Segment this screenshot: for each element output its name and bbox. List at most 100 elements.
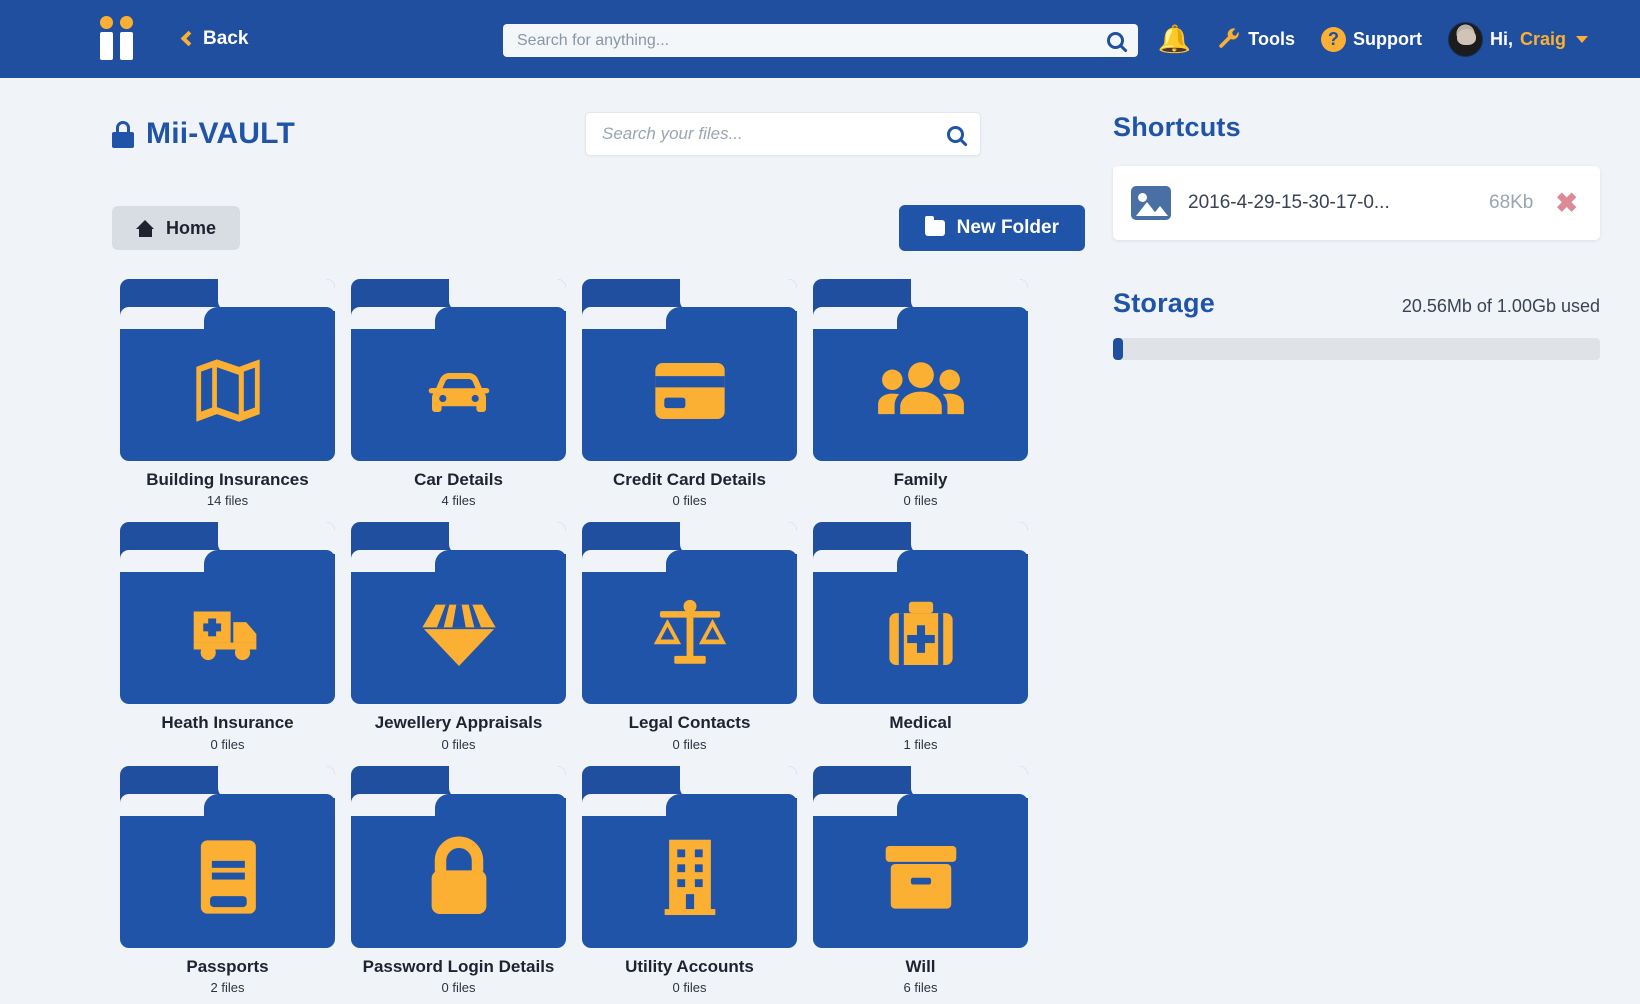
folder-item[interactable]: Medical 1 files: [805, 522, 1036, 752]
folder-item[interactable]: Building Insurances 14 files: [112, 279, 343, 508]
folder-body: [813, 307, 1028, 461]
shortcut-file-name: 2016-4-29-15-30-17-0...: [1188, 192, 1390, 213]
folder-item[interactable]: Heath Insurance 0 files: [112, 522, 343, 752]
shortcut-item[interactable]: 2016-4-29-15-30-17-0... 68Kb ✖: [1113, 166, 1600, 240]
folder-graphic[interactable]: [582, 765, 797, 948]
folder-name: Family: [893, 470, 948, 489]
tools-button[interactable]: Tools: [1217, 27, 1295, 51]
chevron-down-icon: [1576, 35, 1588, 43]
folder-item[interactable]: Car Details 4 files: [343, 279, 574, 508]
folder-item[interactable]: Jewellery Appraisals 0 files: [343, 522, 574, 752]
folder-body: [351, 793, 566, 948]
folder-file-count: 4 files: [441, 493, 476, 509]
main-content: Mii-VAULT Home New Folder Building Insur…: [0, 78, 1085, 995]
folder-name: Will: [905, 956, 936, 976]
folder-body: [120, 307, 335, 461]
storage-progress-bar: [1113, 338, 1600, 360]
folder-item[interactable]: Legal Contacts 0 files: [574, 522, 805, 752]
page-title: Mii-VAULT: [112, 117, 295, 151]
folder-file-count: 0 files: [672, 736, 707, 752]
nav-actions: 🔔 Tools ? Support Hi, Craig: [1158, 21, 1618, 57]
folder-file-count: 0 files: [903, 493, 938, 509]
shortcuts-heading: Shortcuts: [1113, 112, 1241, 142]
folder-body: [351, 307, 566, 461]
folder-graphic[interactable]: [582, 279, 797, 461]
folder-file-count: 0 files: [672, 980, 707, 996]
folder-graphic[interactable]: [351, 522, 566, 705]
support-label: Support: [1352, 28, 1422, 49]
gem-icon: [419, 597, 499, 676]
balance-scale-icon: [649, 596, 731, 677]
logo-bar-left: [100, 16, 113, 60]
file-search-input[interactable]: [602, 124, 947, 144]
global-search-box[interactable]: [503, 24, 1138, 57]
lock-icon: [112, 120, 134, 148]
shortcut-file-size: 68Kb: [1489, 192, 1534, 213]
image-icon: [1131, 186, 1171, 220]
folder-item[interactable]: Passports 2 files: [112, 765, 343, 995]
folder-item[interactable]: Will 6 files: [805, 765, 1036, 996]
new-folder-button[interactable]: New Folder: [898, 205, 1085, 251]
folder-body: [120, 550, 335, 705]
folder-graphic[interactable]: [120, 279, 335, 461]
folder-body: [813, 550, 1028, 705]
folder-name: Jewellery Appraisals: [374, 713, 543, 733]
folder-toolbar: Home New Folder: [112, 205, 1085, 251]
folder-body: [120, 793, 335, 948]
close-icon[interactable]: ✖: [1555, 189, 1578, 217]
folder-graphic[interactable]: [120, 765, 335, 948]
user-menu[interactable]: Hi, Craig: [1447, 21, 1588, 57]
back-button[interactable]: Back: [180, 28, 249, 50]
folder-name: Heath Insurance: [161, 713, 294, 733]
folder-file-count: 6 files: [903, 980, 938, 996]
file-search-box[interactable]: [585, 112, 981, 156]
app-logo[interactable]: [100, 16, 133, 60]
folder-graphic[interactable]: [813, 279, 1028, 461]
folder-grid: Building Insurances 14 files Car Details 4 …: [112, 279, 1085, 995]
building-icon: [659, 836, 721, 923]
storage-heading: Storage: [1113, 288, 1215, 318]
user-name-label: Craig: [1519, 28, 1566, 49]
medkit-icon: [882, 597, 960, 676]
page-body: Mii-VAULT Home New Folder Building Insur…: [0, 78, 1640, 995]
back-button-label: Back: [203, 28, 249, 49]
folder-body: [813, 793, 1028, 948]
logo-stem-left: [100, 32, 113, 60]
greeting-label: Hi,: [1489, 28, 1513, 49]
folder-body: [582, 550, 797, 705]
logo-bar-right: [120, 16, 133, 60]
folder-name: Building Insurances: [146, 470, 309, 489]
archive-box-icon: [881, 841, 961, 918]
home-icon: [136, 219, 155, 237]
padlock-icon: [422, 835, 496, 924]
folder-file-count: 0 files: [441, 980, 476, 996]
global-search-input[interactable]: [517, 31, 1107, 50]
folder-graphic[interactable]: [351, 765, 566, 948]
search-icon[interactable]: [947, 125, 964, 143]
folder-graphic[interactable]: [813, 765, 1028, 948]
folder-body: [351, 550, 566, 705]
car-icon: [419, 355, 499, 432]
folder-item[interactable]: Password Login Details 0 files: [343, 765, 574, 996]
folder-item[interactable]: Family 0 files: [805, 279, 1036, 508]
storage-header-row: Storage 20.56Mb of 1.00Gb used: [1113, 288, 1600, 319]
folder-graphic[interactable]: [582, 522, 797, 705]
home-button[interactable]: Home: [112, 206, 241, 250]
new-folder-label: New Folder: [956, 217, 1059, 238]
support-button[interactable]: ? Support: [1320, 26, 1422, 52]
logo-dot-left: [100, 16, 113, 29]
bell-icon[interactable]: 🔔: [1158, 25, 1192, 53]
folder-graphic[interactable]: [120, 522, 335, 705]
folder-body: [582, 307, 797, 461]
folder-item[interactable]: Utility Accounts 0 files: [574, 765, 805, 996]
page-title-label: Mii-VAULT: [146, 117, 295, 150]
storage-usage-label: 20.56Mb of 1.00Gb used: [1401, 296, 1600, 316]
folder-file-count: 14 files: [206, 493, 249, 509]
folder-graphic[interactable]: [813, 522, 1028, 705]
folder-name: Car Details: [414, 470, 503, 489]
search-icon[interactable]: [1107, 32, 1124, 49]
folder-graphic[interactable]: [351, 279, 566, 461]
logo-dot-right: [120, 16, 133, 29]
folder-item[interactable]: Credit Card Details 0 files: [574, 279, 805, 508]
chevron-left-icon: [180, 30, 197, 47]
